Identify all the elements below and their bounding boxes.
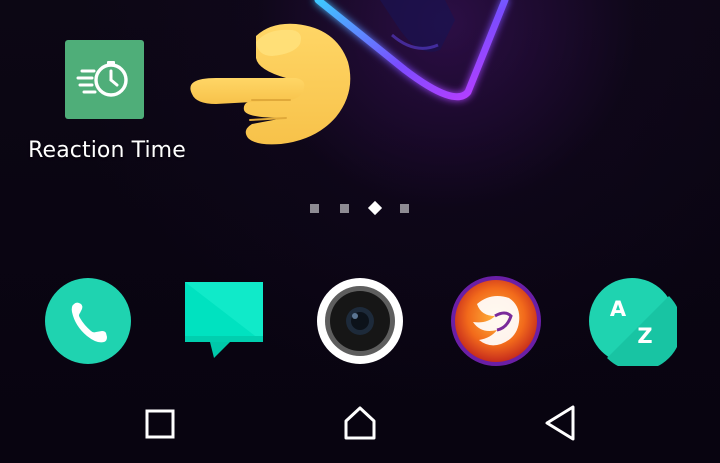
page-indicator — [300, 200, 420, 218]
back-triangle-icon — [545, 405, 575, 441]
home-icon — [344, 406, 376, 440]
a-z-letter-a: A — [610, 297, 627, 321]
home-button[interactable] — [335, 400, 385, 450]
dock-app-messages[interactable] — [180, 276, 270, 366]
home-screen: Reaction Time A Z — [0, 0, 720, 463]
phoenix-browser-icon — [451, 276, 541, 366]
dock-app-phone[interactable] — [43, 276, 133, 366]
square-icon — [145, 409, 175, 439]
phone-icon — [45, 278, 131, 364]
recents-button[interactable] — [135, 400, 185, 450]
dock-app-drawer[interactable]: A Z — [587, 276, 677, 366]
page-dot — [400, 204, 409, 213]
back-button[interactable] — [535, 400, 585, 450]
stopwatch-speed-icon — [65, 40, 144, 119]
page-dot — [310, 204, 319, 213]
a-z-icon: A Z — [589, 278, 677, 366]
camera-lens-icon — [317, 278, 403, 364]
message-bubble-icon — [185, 282, 263, 358]
page-dot-active — [367, 200, 383, 216]
dock-app-camera[interactable] — [315, 276, 405, 366]
dock-app-browser[interactable] — [451, 276, 541, 366]
app-icon-reaction-time[interactable]: Reaction Time — [24, 38, 190, 168]
app-label-reaction-time: Reaction Time — [28, 138, 186, 163]
a-z-letter-z: Z — [637, 324, 652, 348]
page-dot — [340, 204, 349, 213]
pointing-right-hand-icon — [190, 23, 351, 145]
